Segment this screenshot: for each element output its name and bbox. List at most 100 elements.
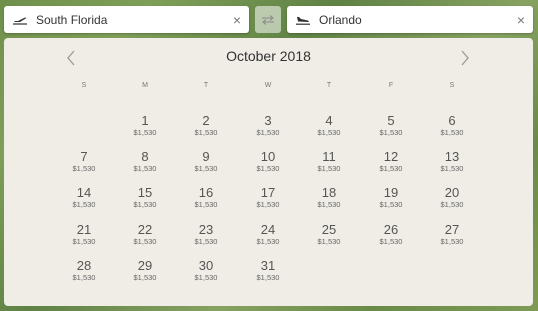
day-price: $1,530 — [72, 164, 96, 173]
weekday-label: T — [326, 82, 332, 89]
day-number: 20 — [444, 185, 460, 200]
calendar-day[interactable]: 19 $1,530 — [366, 185, 416, 210]
day-number: 23 — [198, 222, 214, 237]
day-number: 25 — [321, 222, 337, 237]
day-price: $1,530 — [317, 200, 341, 209]
calendar-day[interactable]: 2 $1,530 — [181, 113, 231, 138]
day-price: $1,530 — [133, 237, 157, 246]
calendar-day[interactable]: 30 $1,530 — [181, 258, 231, 283]
origin-field[interactable]: South Florida × — [4, 6, 249, 33]
calendar-day[interactable]: 8 $1,530 — [120, 149, 170, 174]
calendar-day[interactable]: 29 $1,530 — [120, 258, 170, 283]
day-number: 3 — [264, 113, 272, 128]
day-price: $1,530 — [440, 164, 464, 173]
day-price: $1,530 — [440, 200, 464, 209]
calendar-day[interactable]: 15 $1,530 — [120, 185, 170, 210]
plane-landing-icon — [295, 13, 313, 27]
day-number: 6 — [448, 113, 456, 128]
day-number: 31 — [260, 258, 276, 273]
day-number: 1 — [141, 113, 149, 128]
weekday-label: M — [142, 82, 148, 89]
calendar-day[interactable]: 23 $1,530 — [181, 222, 231, 247]
day-number: 4 — [325, 113, 333, 128]
day-price: $1,530 — [440, 237, 464, 246]
day-number: 8 — [141, 149, 149, 164]
calendar: October 2018 SMTWTFS 1 $1,530 2 $1,530 3 $1,5… — [4, 38, 533, 306]
calendar-day[interactable]: 18 $1,530 — [304, 185, 354, 210]
swap-button[interactable] — [255, 6, 281, 33]
day-number: 13 — [444, 149, 460, 164]
calendar-day[interactable]: 6 $1,530 — [427, 113, 477, 138]
day-number: 17 — [260, 185, 276, 200]
weekday-header: SMTWTFS — [4, 82, 533, 92]
day-price: $1,530 — [317, 237, 341, 246]
calendar-day[interactable]: 12 $1,530 — [366, 149, 416, 174]
day-price: $1,530 — [379, 128, 403, 137]
month-title: October 2018 — [226, 48, 311, 64]
day-number: 12 — [383, 149, 399, 164]
calendar-day[interactable]: 5 $1,530 — [366, 113, 416, 138]
calendar-day[interactable]: 11 $1,530 — [304, 149, 354, 174]
day-number: 7 — [80, 149, 88, 164]
day-number: 21 — [76, 222, 92, 237]
swap-arrows-icon — [262, 14, 274, 25]
day-number: 10 — [260, 149, 276, 164]
calendar-day[interactable]: 20 $1,530 — [427, 185, 477, 210]
day-price: $1,530 — [72, 200, 96, 209]
weekday-label: S — [81, 82, 87, 89]
day-number: 16 — [198, 185, 214, 200]
calendar-day[interactable]: 9 $1,530 — [181, 149, 231, 174]
calendar-day[interactable]: 14 $1,530 — [59, 185, 109, 210]
calendar-day[interactable]: 3 $1,530 — [243, 113, 293, 138]
day-price: $1,530 — [194, 273, 218, 282]
calendar-day[interactable]: 17 $1,530 — [243, 185, 293, 210]
plane-takeoff-icon — [12, 13, 30, 27]
day-price: $1,530 — [133, 128, 157, 137]
day-price: $1,530 — [256, 273, 280, 282]
calendar-day[interactable]: 1 $1,530 — [120, 113, 170, 138]
destination-field[interactable]: Orlando × — [287, 6, 533, 33]
calendar-day[interactable]: 4 $1,530 — [304, 113, 354, 138]
day-number: 27 — [444, 222, 460, 237]
calendar-day[interactable]: 31 $1,530 — [243, 258, 293, 283]
day-price: $1,530 — [194, 237, 218, 246]
weekday-label: T — [203, 82, 209, 89]
day-price: $1,530 — [256, 200, 280, 209]
clear-destination-icon[interactable]: × — [517, 13, 525, 27]
calendar-day[interactable]: 7 $1,530 — [59, 149, 109, 174]
day-number: 5 — [387, 113, 395, 128]
day-price: $1,530 — [256, 128, 280, 137]
day-price: $1,530 — [256, 164, 280, 173]
day-price: $1,530 — [317, 164, 341, 173]
day-price: $1,530 — [379, 200, 403, 209]
calendar-day[interactable]: 10 $1,530 — [243, 149, 293, 174]
calendar-day[interactable]: 26 $1,530 — [366, 222, 416, 247]
day-number: 19 — [383, 185, 399, 200]
day-price: $1,530 — [133, 164, 157, 173]
calendar-day[interactable]: 24 $1,530 — [243, 222, 293, 247]
weekday-label: S — [449, 82, 455, 89]
clear-origin-icon[interactable]: × — [233, 13, 241, 27]
origin-input[interactable]: South Florida — [36, 13, 233, 27]
destination-input[interactable]: Orlando — [319, 13, 517, 27]
day-price: $1,530 — [440, 128, 464, 137]
day-number: 30 — [198, 258, 214, 273]
day-number: 2 — [202, 113, 210, 128]
day-number: 24 — [260, 222, 276, 237]
day-number: 9 — [202, 149, 210, 164]
calendar-day[interactable]: 27 $1,530 — [427, 222, 477, 247]
day-price: $1,530 — [194, 164, 218, 173]
chevron-right-icon[interactable] — [458, 48, 472, 68]
calendar-day[interactable]: 16 $1,530 — [181, 185, 231, 210]
calendar-day[interactable]: 28 $1,530 — [59, 258, 109, 283]
calendar-day[interactable]: 22 $1,530 — [120, 222, 170, 247]
day-number: 14 — [76, 185, 92, 200]
calendar-day[interactable]: 21 $1,530 — [59, 222, 109, 247]
day-price: $1,530 — [379, 164, 403, 173]
day-price: $1,530 — [194, 200, 218, 209]
day-price: $1,530 — [72, 237, 96, 246]
calendar-day[interactable]: 25 $1,530 — [304, 222, 354, 247]
day-price: $1,530 — [133, 273, 157, 282]
day-number: 28 — [76, 258, 92, 273]
calendar-day[interactable]: 13 $1,530 — [427, 149, 477, 174]
